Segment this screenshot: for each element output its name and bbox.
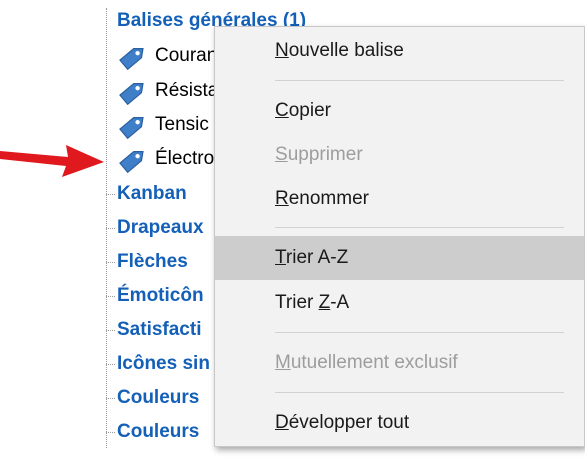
tree-branch: [106, 296, 115, 297]
menu-item-copy[interactable]: Copier: [215, 89, 584, 133]
menu-text: opier: [288, 100, 331, 121]
context-menu: Nouvelle balise Copier Supprimer Renomme…: [214, 26, 585, 447]
menu-item-mutually-exclusive: Mutuellement exclusif: [215, 341, 584, 385]
menu-text: utuellement exclusif: [290, 352, 458, 373]
menu-item-expand-all[interactable]: Développer tout: [215, 401, 584, 445]
tag-label: Résista: [155, 80, 219, 101]
menu-separator: [275, 392, 564, 393]
tree-branch: [106, 194, 115, 195]
tag-icon: [119, 150, 144, 174]
tree-branch: [106, 364, 115, 365]
menu-item-sort-az[interactable]: Trier A-Z: [215, 236, 584, 280]
menu-text: -A: [330, 292, 350, 313]
menu-text: évelopper tout: [288, 412, 410, 433]
red-arrow-icon: [0, 145, 104, 177]
menu-item-new-tag[interactable]: Nouvelle balise: [215, 29, 584, 73]
tree-branch: [106, 228, 115, 229]
category-colors-2[interactable]: Couleurs: [117, 421, 199, 443]
tree-branch: [106, 262, 115, 263]
menu-text: enommer: [288, 188, 369, 209]
menu-accelerator: C: [275, 100, 289, 121]
menu-text: rier A-Z: [285, 247, 349, 268]
menu-item-rename[interactable]: Renommer: [215, 177, 584, 221]
menu-separator: [275, 80, 564, 81]
category-kanban[interactable]: Kanban: [117, 183, 187, 205]
tag-label: Électro: [155, 148, 215, 169]
category-colors-1[interactable]: Couleurs: [117, 387, 199, 409]
tag-label: Tensic: [155, 114, 209, 135]
tree-branch: [106, 398, 115, 399]
menu-text: upprimer: [287, 144, 363, 165]
menu-accelerator: T: [275, 247, 286, 268]
tag-label: Couran: [155, 45, 218, 66]
menu-item-sort-za[interactable]: Trier Z-A: [215, 281, 584, 325]
menu-item-delete: Supprimer: [215, 133, 584, 177]
tree-branch: [106, 330, 115, 331]
menu-accelerator: S: [275, 144, 288, 165]
category-satisfaction[interactable]: Satisfacti: [117, 319, 201, 341]
menu-accelerator: R: [275, 188, 289, 209]
category-emoticons[interactable]: Émoticôn: [117, 285, 204, 307]
menu-text: Trier: [275, 292, 319, 313]
category-arrows[interactable]: Flèches: [117, 251, 188, 273]
menu-text: ouvelle balise: [288, 40, 404, 61]
tag-icon: [119, 116, 144, 140]
category-flags[interactable]: Drapeaux: [117, 217, 204, 239]
category-simple-icons[interactable]: Icônes sin: [117, 353, 210, 375]
menu-accelerator: M: [275, 352, 291, 373]
tag-icon: [119, 82, 144, 106]
menu-separator: [275, 332, 564, 333]
menu-separator: [275, 227, 564, 228]
tag-icon: [119, 47, 144, 71]
menu-accelerator: D: [275, 412, 289, 433]
menu-accelerator: N: [275, 40, 289, 61]
menu-accelerator: Z: [318, 292, 331, 313]
tree-branch: [106, 432, 115, 433]
